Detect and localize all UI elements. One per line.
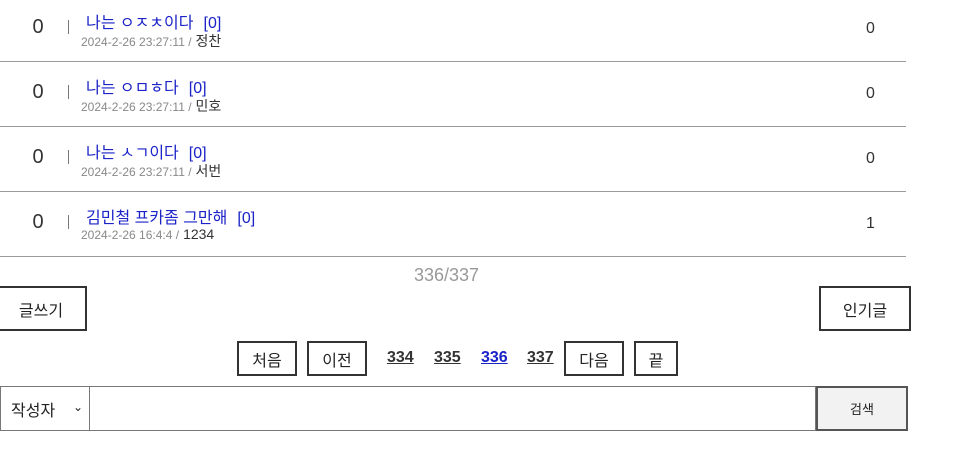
post-title-link[interactable]: 나는 ㅇㅈㅊ이다 [0]	[86, 9, 221, 33]
post-title-link[interactable]: 나는 ㅇㅁㅎ다 [0]	[86, 74, 207, 98]
divider	[68, 215, 69, 229]
post-date: 2024-2-26 23:27:11 /	[81, 165, 192, 179]
post-meta: 2024-2-26 23:27:11 /정찬	[81, 31, 221, 51]
post-date: 2024-2-26 23:27:11 /	[81, 100, 192, 114]
next-page-button[interactable]: 다음	[564, 341, 624, 376]
comment-count: [0]	[203, 15, 222, 32]
page-link[interactable]: 334	[387, 349, 414, 367]
chevron-down-icon: ⌄	[72, 400, 83, 414]
divider	[68, 85, 69, 99]
post-meta: 2024-2-26 16:4:4 /1234	[81, 226, 214, 242]
post-author: 민호	[195, 98, 222, 114]
post-author: 1234	[183, 226, 215, 242]
prev-page-button[interactable]: 이전	[307, 341, 367, 376]
comment-count: [0]	[188, 145, 207, 162]
search-button[interactable]: 검색	[816, 386, 908, 431]
page-info: 336/337	[414, 265, 480, 285]
post-number: 0	[32, 16, 44, 38]
page-link[interactable]: 337	[527, 349, 554, 367]
post-title: 김민철 프카좀 그만해	[86, 210, 228, 227]
post-number: 0	[32, 81, 44, 103]
post-author: 정찬	[195, 33, 222, 49]
post-row: 0 나는 ㅇㅁㅎ다 [0] 2024-2-26 23:27:11 /민호 0	[0, 63, 906, 127]
post-meta: 2024-2-26 23:27:11 /서번	[81, 161, 221, 181]
page-link-current[interactable]: 336	[481, 349, 508, 367]
post-date: 2024-2-26 23:27:11 /	[81, 35, 192, 49]
post-number: 0	[32, 211, 44, 233]
post-row: 0 나는 ㅇㅈㅊ이다 [0] 2024-2-26 23:27:11 /정찬 0	[0, 0, 906, 62]
post-title: 나는 ㅇㅈㅊ이다	[86, 15, 194, 32]
post-title-link[interactable]: 김민철 프카좀 그만해 [0]	[86, 204, 255, 228]
post-views: 1	[866, 215, 875, 232]
post-title: 나는 ㅇㅁㅎ다	[86, 80, 179, 97]
popular-button[interactable]: 인기글	[819, 286, 911, 331]
post-views: 0	[866, 85, 875, 102]
post-views: 0	[866, 150, 875, 167]
post-row: 0 김민철 프카좀 그만해 [0] 2024-2-26 16:4:4 /1234 …	[0, 193, 906, 257]
search-field-select[interactable]: 작성자 ⌄	[0, 386, 90, 431]
post-date: 2024-2-26 16:4:4 /	[81, 228, 180, 242]
divider	[68, 150, 69, 164]
search-input[interactable]	[89, 386, 816, 431]
post-title: 나는 ㅅㄱ이다	[86, 145, 179, 162]
divider	[68, 20, 69, 34]
comment-count: [0]	[237, 210, 256, 227]
post-author: 서번	[195, 163, 222, 179]
post-meta: 2024-2-26 23:27:11 /민호	[81, 96, 221, 116]
comment-count: [0]	[188, 80, 207, 97]
post-row: 0 나는 ㅅㄱ이다 [0] 2024-2-26 23:27:11 /서번 0	[0, 128, 906, 192]
last-page-button[interactable]: 끝	[634, 341, 678, 376]
post-number: 0	[32, 146, 44, 168]
post-title-link[interactable]: 나는 ㅅㄱ이다 [0]	[86, 139, 207, 163]
first-page-button[interactable]: 처음	[237, 341, 297, 376]
search-field-selected: 작성자	[11, 400, 56, 420]
page-link[interactable]: 335	[434, 349, 461, 367]
write-button[interactable]: 글쓰기	[0, 286, 87, 331]
post-views: 0	[866, 20, 875, 37]
